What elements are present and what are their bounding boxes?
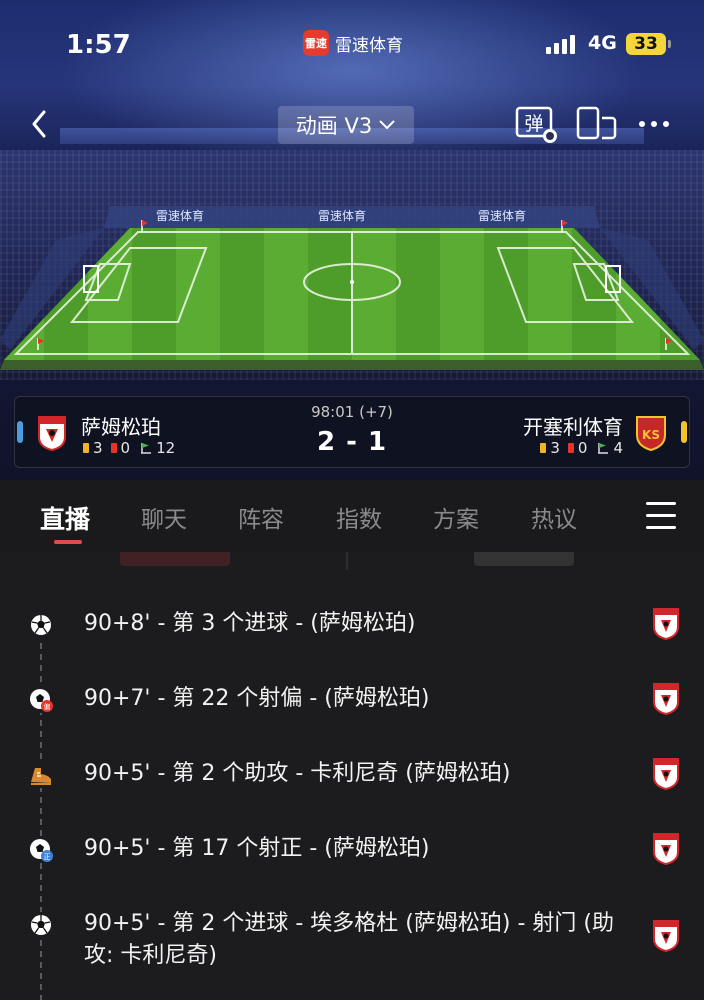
tab-odds[interactable]: 指数	[336, 500, 382, 534]
app-logo-icon: 雷速	[303, 30, 329, 56]
goal-icon	[28, 912, 54, 938]
goal-icon	[28, 612, 54, 638]
tab-discussion[interactable]: 热议	[531, 500, 577, 534]
shot-off-target-icon: 偏	[28, 687, 54, 713]
switch-view-icon[interactable]	[574, 104, 618, 144]
assist-boot-icon	[28, 762, 54, 788]
svg-text:偏: 偏	[44, 702, 51, 711]
animation-mode-label: 动画 V3	[295, 114, 373, 138]
app-name: 雷速体育	[335, 35, 403, 56]
team-badge-icon	[653, 683, 679, 715]
animation-mode-dropdown[interactable]: 动画 V3	[278, 106, 414, 144]
network-type: 4G	[588, 32, 617, 54]
status-bar: 1:57 雷速 雷速体育 4G 33	[0, 28, 704, 64]
main-tabs: 直播 聊天 阵容 指数 方案 热议	[0, 480, 704, 552]
team-badge-icon	[653, 833, 679, 865]
event-text: 90+5' - 第 17 个射正 - (萨姆松珀)	[84, 836, 430, 861]
event-text: 90+5' - 第 2 个助攻 - 卡利尼奇 (萨姆松珀)	[84, 761, 511, 786]
danmu-toggle-icon[interactable]: 弹	[515, 104, 561, 144]
corner-flag-icon	[598, 443, 609, 454]
svg-text:正: 正	[44, 853, 51, 861]
menu-icon[interactable]	[646, 502, 678, 530]
away-team-badge-icon[interactable]: KS	[635, 415, 667, 451]
sub-tabs-partially-hidden	[0, 552, 704, 570]
sub-tab-right[interactable]	[474, 552, 574, 566]
svg-text:弹: 弹	[524, 113, 543, 135]
red-card-icon	[567, 443, 574, 453]
away-team-name[interactable]: 开塞利体育	[523, 411, 623, 440]
sponsor-board-text: 雷速体育	[478, 208, 526, 223]
scoreboard: 萨姆松珀 3 0 12 98:01 (+7) 2 - 1 开塞利体育 3 0 4…	[14, 396, 690, 468]
tab-chat[interactable]: 聊天	[141, 500, 187, 534]
sponsor-board-text: 雷速体育	[318, 208, 366, 223]
event-text: 90+7' - 第 22 个射偏 - (萨姆松珀)	[84, 686, 430, 711]
svg-text:KS: KS	[642, 428, 660, 442]
signal-strength-icon	[546, 34, 575, 54]
team-badge-icon	[653, 920, 679, 952]
back-icon[interactable]	[26, 104, 56, 144]
chevron-down-icon	[379, 120, 395, 130]
shot-on-target-icon: 正	[28, 837, 54, 863]
away-team-stats: 3 0 4	[540, 439, 623, 457]
sub-tab-left[interactable]	[120, 552, 230, 566]
divider	[346, 552, 348, 570]
event-text: 90+5' - 第 2 个进球 - 埃多格杜 (萨姆松珀) - 射门 (助攻: …	[84, 911, 614, 968]
app-indicator: 雷速 雷速体育	[303, 30, 403, 56]
more-options-icon[interactable]	[634, 104, 674, 144]
away-yellow-cards: 3	[550, 439, 560, 457]
team-badge-icon	[653, 758, 679, 790]
live-event-feed: 90+8' - 第 3 个进球 - (萨姆松珀) 偏 90+7' - 第 22 …	[0, 570, 704, 1000]
tab-plans[interactable]: 方案	[433, 500, 479, 534]
away-corners: 4	[613, 439, 623, 457]
tab-live[interactable]: 直播	[40, 500, 90, 536]
active-tab-indicator	[54, 540, 82, 544]
team-badge-icon	[653, 608, 679, 640]
tab-lineup[interactable]: 阵容	[238, 500, 284, 534]
clock: 1:57	[66, 30, 131, 60]
yellow-card-icon	[540, 443, 547, 453]
away-red-cards: 0	[577, 439, 588, 457]
battery-icon: 33	[626, 33, 671, 55]
sponsor-board-text: 雷速体育	[156, 208, 204, 223]
event-text: 90+8' - 第 3 个进球 - (萨姆松珀)	[84, 611, 416, 636]
football-pitch: 雷速体育 雷速体育 雷速体育	[0, 206, 704, 370]
